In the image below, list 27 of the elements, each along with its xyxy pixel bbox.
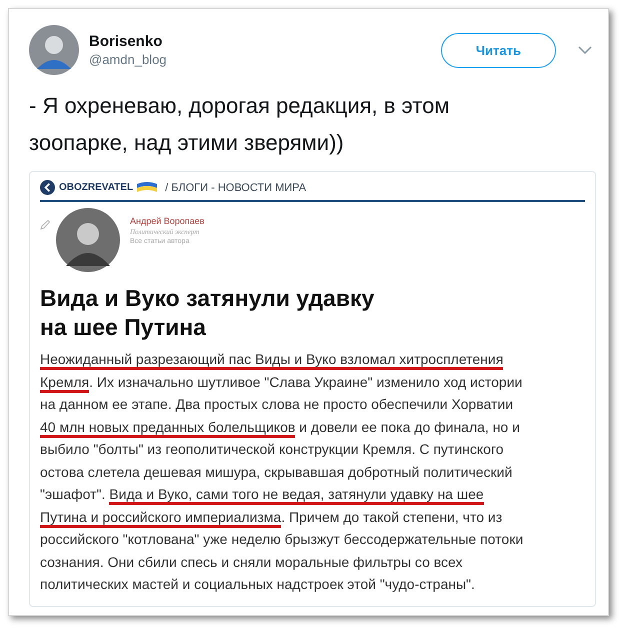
breadcrumb[interactable]: / БЛОГИ - НОВОСТИ МИРА: [165, 182, 306, 194]
article-text-line: политических мастей и социальных надстроек этой "чудо-страны".: [40, 575, 475, 594]
author-name[interactable]: Андрей Воропаев: [130, 216, 204, 226]
logo-icon: [40, 180, 55, 195]
article-text-line: на данном ее этапе. Два простых слова не просто обеспечили Хорватии: [40, 395, 514, 414]
article-text-line: российского "котлована" уже неделю брызжут бессодержательные потоки: [40, 530, 524, 549]
article-text-line: сознания. Они сбили спесь и сняли моральные фильтры со всех: [40, 552, 463, 572]
article-text-line: остова слетела дешевая мишура, скрывавшая добротный политический: [40, 462, 512, 482]
site-logo: OBOZREVATEL: [59, 182, 134, 193]
headline-line: на шее Путина: [40, 313, 207, 342]
tweet-text-line: - Я охреневаю, дорогая редакция, в этом: [29, 92, 450, 120]
follow-button[interactable]: Читать: [440, 32, 556, 68]
article-text-line: Путина и российского империализма. Причем до такой степени, что из: [40, 506, 502, 528]
author-handle: @amdn_blog: [89, 52, 168, 67]
tweet-text-line: зоопарке, над этими зверями)): [29, 129, 345, 157]
author-name: Borisenko: [89, 33, 164, 50]
article-text-line: Неожиданный разрезающий пас Виды и Вуко взломал хитросплетения: [40, 348, 504, 370]
article-text-line: 40 млн новых преданных болельщиков и довели ее пока до финала, но и: [40, 416, 520, 438]
avatar-icon: [29, 25, 79, 75]
article-text-line: выбило "болты" из геополитической конструкции Кремля. С путинского: [40, 440, 504, 459]
headline-line: Вида и Вуко затянули удавку: [40, 284, 376, 313]
author-avatar-icon: [56, 208, 120, 272]
article-text-line: "эшафот". Вида и Вуко, сами того не ведая, затянули удавку на шее: [40, 483, 484, 506]
flag-icon: [137, 182, 158, 194]
article-text-line: Кремля. Их изначально шутливое "Слава Украине" изменило ход истории: [40, 370, 522, 393]
chevron-down-icon[interactable]: [578, 46, 592, 54]
pencil-icon: [40, 220, 50, 230]
